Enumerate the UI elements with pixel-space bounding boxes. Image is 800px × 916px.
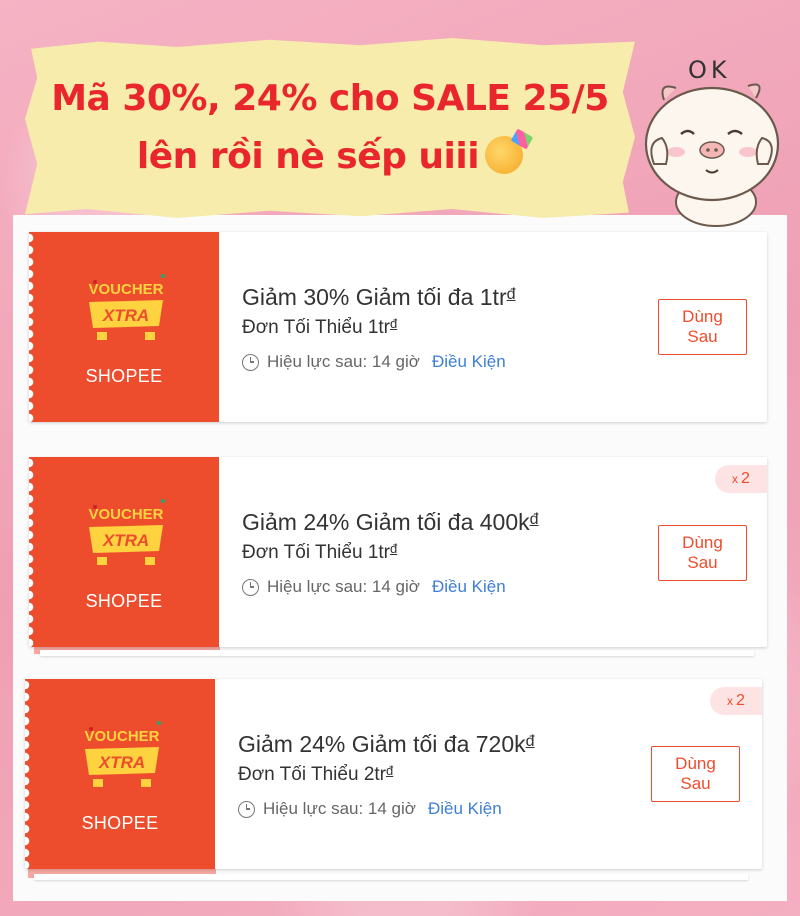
- voucher-title: Giảm 30% Giảm tối đa 1trđ: [242, 284, 516, 311]
- voucher-xtra-logo-icon: VOUCHER XTRA: [88, 499, 165, 565]
- voucher-min-order: Đơn Tối Thiểu 1trđ: [242, 316, 397, 339]
- quantity-x: x: [732, 472, 739, 486]
- badge-top-text: VOUCHER: [88, 506, 163, 523]
- currency-symbol: đ: [506, 286, 516, 303]
- voucher-title: Giảm 24% Giảm tối đa 400kđ: [242, 509, 539, 536]
- headline-line-2-text: lên rồi nè sếp uiii: [136, 136, 480, 177]
- currency-symbol: đ: [386, 763, 394, 778]
- clock-icon: [242, 353, 259, 371]
- clock-icon: [242, 578, 259, 596]
- voucher-validity: Hiệu lực sau: 14 giờ Điều Kiện: [242, 352, 506, 372]
- badge-bottom-text: XTRA: [98, 753, 145, 772]
- voucher-min-order: Đơn Tối Thiểu 1trđ: [242, 541, 397, 564]
- stack-edge: [40, 650, 754, 656]
- voucher-title-text: Giảm 24% Giảm tối đa 400k: [242, 509, 530, 535]
- currency-symbol: đ: [529, 511, 539, 528]
- headline: Mã 30%, 24% cho SALE 25/5 lên rồi nè sếp…: [25, 70, 635, 186]
- use-later-button[interactable]: Dùng Sau: [651, 746, 740, 802]
- party-face-icon: [485, 136, 524, 174]
- quantity-badge: x2: [710, 687, 762, 715]
- badge-top-text: VOUCHER: [84, 728, 159, 745]
- conditions-link[interactable]: Điều Kiện: [432, 577, 506, 597]
- use-later-button[interactable]: Dùng Sau: [658, 525, 747, 581]
- currency-symbol: đ: [390, 316, 398, 331]
- voucher-stub: VOUCHER XTRA SHOPEE: [29, 232, 219, 422]
- quantity-badge: x2: [715, 465, 767, 493]
- voucher-xtra-logo-icon: VOUCHER XTRA: [84, 721, 161, 787]
- voucher-title-text: Giảm 24% Giảm tối đa 720k: [238, 731, 526, 757]
- conditions-link[interactable]: Điều Kiện: [428, 799, 502, 819]
- brand-label: SHOPEE: [85, 366, 163, 386]
- voucher-stub: VOUCHER XTRA SHOPEE: [29, 457, 219, 647]
- voucher-title: Giảm 24% Giảm tối đa 720kđ: [238, 731, 535, 758]
- voucher-card[interactable]: VOUCHER XTRA SHOPEE Giảm 24% Giảm tối đa…: [29, 457, 767, 647]
- min-order-text: Đơn Tối Thiểu 1tr: [242, 317, 390, 338]
- voucher-validity: Hiệu lực sau: 14 giờ Điều Kiện: [242, 577, 506, 597]
- brand-label: SHOPEE: [85, 591, 163, 611]
- conditions-link[interactable]: Điều Kiện: [432, 352, 506, 372]
- use-later-button[interactable]: Dùng Sau: [658, 299, 747, 355]
- currency-symbol: đ: [525, 733, 535, 750]
- voucher-title-text: Giảm 30% Giảm tối đa 1tr: [242, 284, 507, 310]
- quantity-value: 2: [741, 470, 750, 487]
- headline-line-1: Mã 30%, 24% cho SALE 25/5: [51, 78, 609, 119]
- quantity-value: 2: [736, 692, 745, 709]
- stack-edge: [34, 874, 748, 880]
- brand-label: SHOPEE: [81, 813, 159, 833]
- voucher-xtra-logo-icon: VOUCHER XTRA: [88, 274, 165, 340]
- quantity-x: x: [727, 694, 734, 708]
- validity-text: Hiệu lực sau: 14 giờ: [267, 352, 420, 371]
- validity-text: Hiệu lực sau: 14 giờ: [263, 799, 416, 818]
- mascot-ok-text: OK: [688, 56, 731, 84]
- clock-icon: [238, 800, 255, 818]
- badge-bottom-text: XTRA: [102, 306, 149, 325]
- badge-bottom-text: XTRA: [102, 531, 149, 550]
- badge-top-text: VOUCHER: [88, 281, 163, 298]
- voucher-card[interactable]: VOUCHER XTRA SHOPEE Giảm 24% Giảm tối đa…: [25, 679, 762, 869]
- min-order-text: Đơn Tối Thiểu 1tr: [242, 542, 390, 563]
- headline-line-2: lên rồi nè sếp uiii: [25, 128, 635, 186]
- voucher-card[interactable]: VOUCHER XTRA SHOPEE Giảm 30% Giảm tối đa…: [29, 232, 767, 422]
- validity-text: Hiệu lực sau: 14 giờ: [267, 577, 420, 596]
- voucher-min-order: Đơn Tối Thiểu 2trđ: [238, 763, 393, 786]
- currency-symbol: đ: [390, 541, 398, 556]
- voucher-stub: VOUCHER XTRA SHOPEE: [25, 679, 215, 869]
- voucher-validity: Hiệu lực sau: 14 giờ Điều Kiện: [238, 799, 502, 819]
- min-order-text: Đơn Tối Thiểu 2tr: [238, 764, 386, 785]
